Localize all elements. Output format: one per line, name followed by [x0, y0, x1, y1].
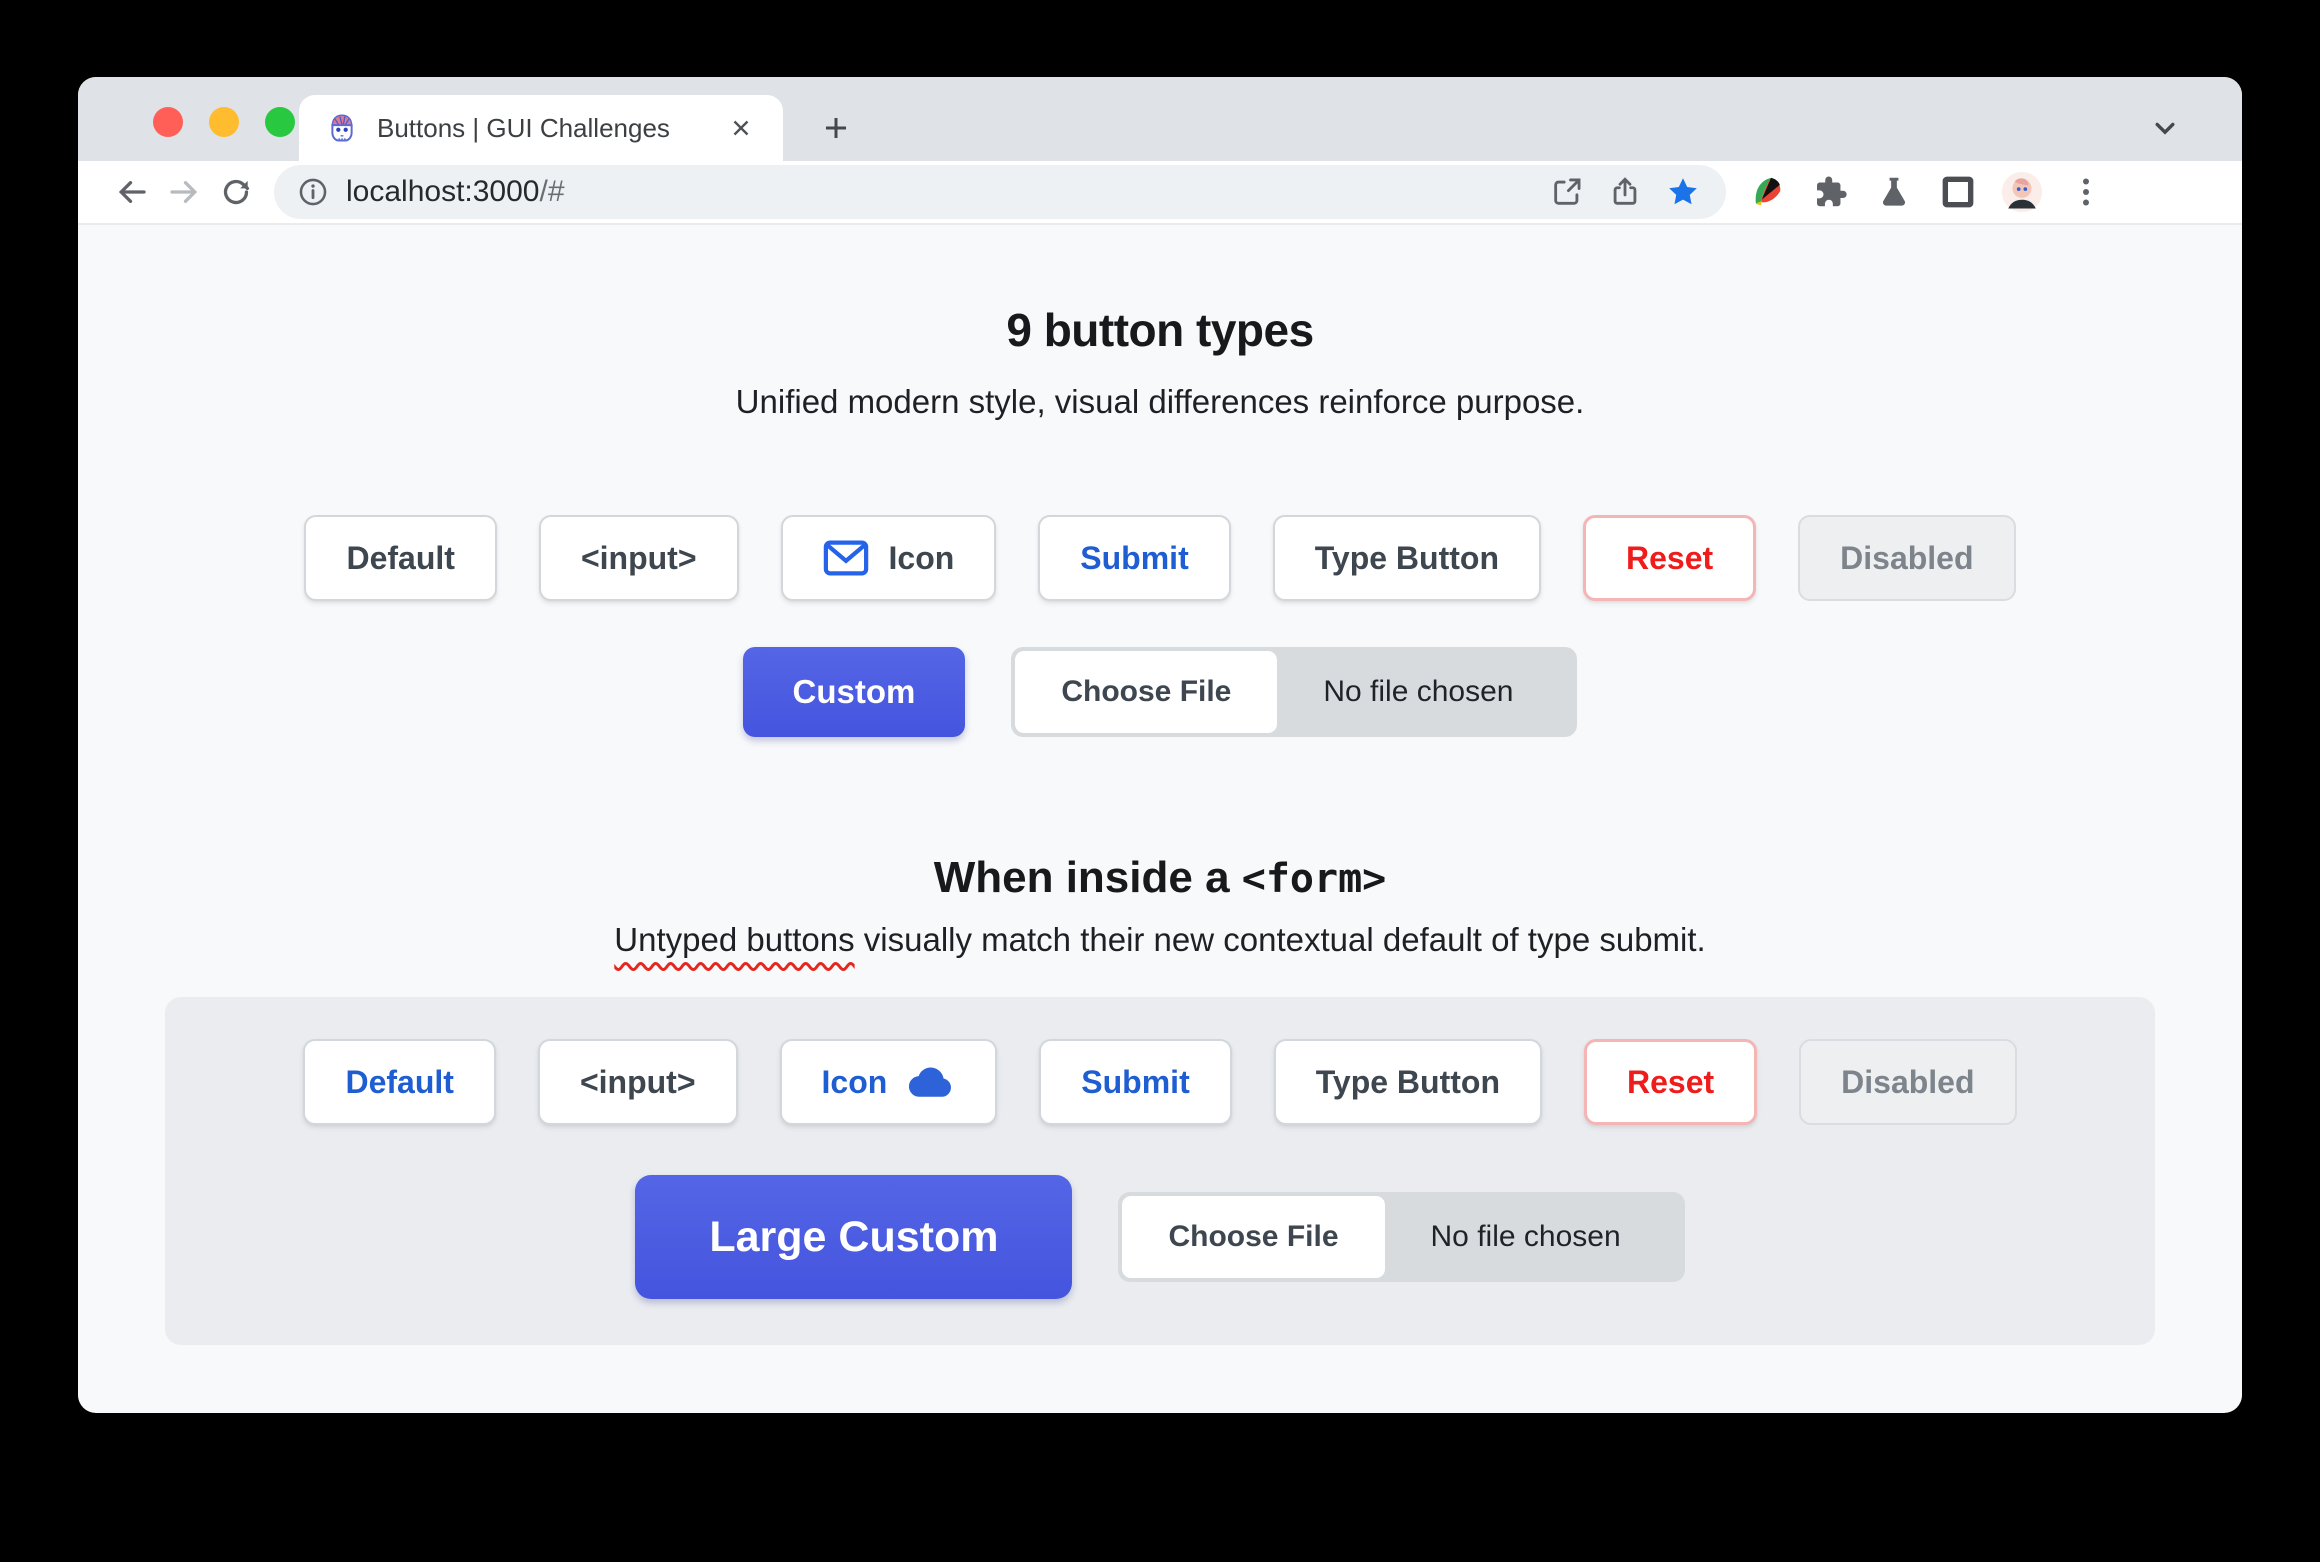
- tab-strip: Buttons | GUI Challenges: [78, 77, 2242, 161]
- reload-icon[interactable]: [210, 166, 262, 218]
- sidebar-box-icon[interactable]: [1934, 168, 1982, 216]
- url-text[interactable]: localhost:3000/#: [346, 175, 1532, 209]
- back-icon[interactable]: [106, 166, 158, 218]
- form-icon-button-label: Icon: [821, 1063, 888, 1100]
- form-section-subtitle-rest: visually match their new contextual defa…: [854, 921, 1706, 958]
- form-choose-file-button[interactable]: Choose File: [1122, 1196, 1385, 1278]
- bookmark-star-icon[interactable]: [1660, 169, 1706, 215]
- favicon-skull-icon: [325, 111, 359, 145]
- submit-button[interactable]: Submit: [1038, 515, 1231, 601]
- page-content: 9 button types Unified modern style, vis…: [78, 225, 2242, 1345]
- icon-button-label: Icon: [888, 539, 955, 576]
- browser-toolbar: localhost:3000/#: [78, 161, 2242, 225]
- minimize-window-button[interactable]: [209, 107, 239, 137]
- form-section-title: When inside a <form>: [78, 853, 2242, 903]
- form-submit-button[interactable]: Submit: [1039, 1039, 1232, 1125]
- default-button[interactable]: Default: [304, 515, 497, 601]
- browser-window: Buttons | GUI Challenges localhost:3000/…: [78, 77, 2242, 1413]
- new-tab-button[interactable]: [811, 103, 861, 153]
- form-section-title-text: When inside a: [933, 853, 1242, 902]
- form-type-button[interactable]: Type Button: [1273, 1039, 1542, 1125]
- cloud-icon: [907, 1065, 955, 1099]
- file-input[interactable]: Choose File No file chosen: [1011, 647, 1578, 737]
- window-controls: [153, 107, 295, 137]
- tab-buttons-gui-challenges[interactable]: Buttons | GUI Challenges: [299, 95, 783, 161]
- choose-file-button[interactable]: Choose File: [1015, 651, 1278, 733]
- flask-icon[interactable]: [1870, 168, 1918, 216]
- profile-avatar[interactable]: [1998, 168, 2046, 216]
- browser-menu-icon[interactable]: [2062, 168, 2110, 216]
- hero-button-row-2: Custom Choose File No file chosen: [78, 647, 2242, 737]
- extensions-puzzle-icon[interactable]: [1806, 168, 1854, 216]
- form-file-status-text: No file chosen: [1430, 1220, 1621, 1253]
- hero-button-row: Default <input> Icon Submit Type Button …: [78, 515, 2242, 601]
- form-icon-button[interactable]: Icon: [779, 1039, 998, 1125]
- open-in-new-icon[interactable]: [1544, 169, 1590, 215]
- page-title: 9 button types: [1006, 304, 1314, 356]
- form-container: Default <input> Icon Submit Type Button …: [165, 997, 2155, 1345]
- disabled-button: Disabled: [1798, 515, 2016, 601]
- tab-search-chevron-icon[interactable]: [2140, 103, 2190, 153]
- form-disabled-button: Disabled: [1799, 1039, 2017, 1125]
- envelope-icon: [823, 539, 869, 577]
- form-file-input[interactable]: Choose File No file chosen: [1118, 1192, 1685, 1282]
- large-custom-button[interactable]: Large Custom: [635, 1175, 1073, 1299]
- form-default-button[interactable]: Default: [303, 1039, 496, 1125]
- close-window-button[interactable]: [153, 107, 183, 137]
- custom-button[interactable]: Custom: [742, 647, 966, 737]
- site-info-icon[interactable]: [296, 175, 330, 209]
- spellcheck-squiggle-text: Untyped buttons: [614, 921, 855, 958]
- form-input-button[interactable]: <input>: [537, 1039, 738, 1125]
- form-reset-button[interactable]: Reset: [1583, 1039, 1758, 1125]
- reset-button[interactable]: Reset: [1582, 515, 1757, 601]
- url-host: localhost:3000: [346, 175, 540, 208]
- extension-feather-icon[interactable]: [1742, 168, 1790, 216]
- url-path: /#: [539, 175, 565, 208]
- zoom-window-button[interactable]: [265, 107, 295, 137]
- tab-close-icon[interactable]: [725, 112, 757, 144]
- tab-title: Buttons | GUI Challenges: [377, 112, 670, 143]
- input-button[interactable]: <input>: [538, 515, 739, 601]
- icon-button[interactable]: Icon: [780, 515, 997, 601]
- form-button-row: Default <input> Icon Submit Type Button …: [165, 1039, 2155, 1125]
- address-bar[interactable]: localhost:3000/#: [274, 165, 1726, 219]
- page-subtitle: Unified modern style, visual differences…: [735, 383, 1585, 420]
- type-button[interactable]: Type Button: [1272, 515, 1541, 601]
- share-icon[interactable]: [1602, 169, 1648, 215]
- forward-icon[interactable]: [158, 166, 210, 218]
- file-status-text: No file chosen: [1323, 675, 1514, 708]
- form-section-title-code: <form>: [1241, 856, 1387, 902]
- form-button-row-2: Large Custom Choose File No file chosen: [165, 1175, 2155, 1299]
- form-section-subtitle: Untyped buttons visually match their new…: [78, 921, 2242, 959]
